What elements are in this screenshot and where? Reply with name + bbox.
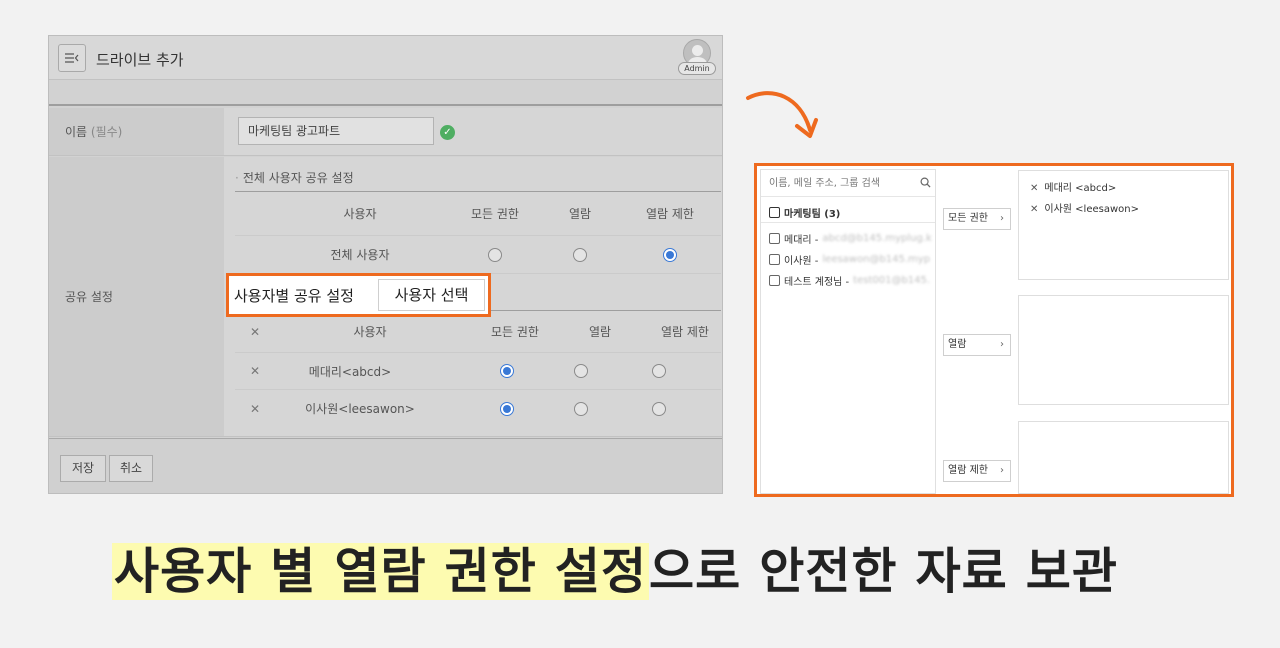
cancel-button[interactable]: 취소 [109, 455, 153, 482]
page-title: 드라이브 추가 [96, 51, 184, 69]
view-restricted-box [1018, 421, 1229, 494]
table-row: ✕ 메대리<abcd> [235, 353, 721, 390]
radio-view[interactable] [574, 364, 588, 378]
selected-user-label: 이사원 <leesawon> [1044, 204, 1139, 215]
search-icon[interactable] [920, 177, 931, 188]
remove-user-icon[interactable]: ✕ [250, 364, 260, 378]
all-share-table: 사용자 모든 권한 열람 열람 제한 전체 사용자 [235, 191, 721, 274]
caption-rest: 으로 안전한 자료 보관 [649, 543, 1118, 600]
user-share-title: 사용자별 공유 설정 [234, 287, 354, 305]
caption-highlight: 사용자 별 열람 권한 설정 [112, 543, 650, 600]
remove-all-icon[interactable]: ✕ [250, 325, 260, 339]
name-row: 마케팅팀 광고파트 ✓ [224, 108, 722, 156]
col-view-restricted: 열람 제한 [646, 207, 694, 221]
group-item[interactable]: 마케팅팀 (3) [769, 205, 840, 220]
member-email: test001@b145. [853, 275, 931, 286]
member-checkbox[interactable] [769, 275, 780, 286]
table-row: 전체 사용자 [235, 236, 721, 274]
radio-view-restricted[interactable] [663, 247, 677, 262]
selected-user-label: 메대리 <abcd> [1044, 183, 1117, 194]
menu-toggle-button[interactable] [58, 44, 86, 72]
row-user: 전체 사용자 [330, 248, 390, 262]
name-label: 이름 (필수) [49, 108, 224, 156]
name-label-text: 이름 [65, 125, 88, 139]
member-name: 메대리 - [784, 235, 819, 246]
select-user-button[interactable]: 사용자 선택 [378, 279, 485, 311]
drive-add-window: 드라이브 추가 Admin 이름 (필수) 마케팅팀 광고파트 ✓ 공유 설정 … [48, 35, 723, 494]
row-user: 이사원<leesawon> [305, 402, 415, 416]
table-header: ✕ 사용자 모든 권한 열람 열람 제한 [235, 311, 721, 353]
member-name: 테스트 계정님 - [784, 277, 850, 288]
app-header: 드라이브 추가 Admin [49, 36, 722, 80]
selected-user: ✕ 이사원 <leesawon> [1030, 200, 1139, 215]
col-view: 열람 [588, 325, 612, 339]
remove-icon[interactable]: ✕ [1030, 204, 1038, 215]
member-checkbox[interactable] [769, 233, 780, 244]
member-email: abcd@b145.myplug.k [822, 233, 932, 244]
chevron-right-icon: › [1000, 465, 1004, 476]
add-view-button[interactable]: 열람 › [943, 334, 1011, 356]
table-header: 사용자 모든 권한 열람 열람 제한 [235, 192, 721, 236]
add-all-permission-button[interactable]: 모든 권한 › [943, 208, 1011, 230]
all-share-title-text: 전체 사용자 공유 설정 [242, 171, 354, 185]
button-label: 모든 권한 [948, 213, 988, 224]
admin-badge: Admin [678, 62, 716, 75]
chevron-right-icon: › [1000, 339, 1004, 350]
user-select-panel: 이름, 메일 주소, 그룹 검색 마케팅팀 (3) 메대리 - abcd@b14… [754, 163, 1234, 497]
share-setting-label: 공유 설정 [49, 157, 224, 437]
caption: 사용자 별 열람 권한 설정으로 안전한 자료 보관 [112, 532, 1118, 603]
remove-icon[interactable]: ✕ [1030, 183, 1038, 194]
col-user: 사용자 [353, 325, 387, 339]
col-view-restricted: 열람 제한 [661, 325, 709, 339]
header-strip [49, 80, 722, 106]
all-share-title: · 전체 사용자 공유 설정 [235, 171, 354, 185]
row-user: 메대리<abcd> [308, 364, 392, 379]
table-row: ✕ 이사원<leesawon> [235, 390, 721, 427]
button-label: 열람 제한 [948, 465, 988, 476]
curved-arrow-icon [746, 91, 818, 138]
radio-all-permission[interactable] [500, 364, 514, 378]
view-box [1018, 295, 1229, 405]
all-permission-box: ✕ 메대리 <abcd> ✕ 이사원 <leesawon> [1018, 170, 1229, 280]
radio-view-restricted[interactable] [652, 401, 666, 416]
remove-user-icon[interactable]: ✕ [250, 402, 260, 416]
list-item[interactable]: 테스트 계정님 - test001@b145. [769, 273, 930, 288]
member-checkbox[interactable] [769, 254, 780, 265]
member-email: leesawon@b145.myp [822, 254, 931, 265]
col-all-permission: 모든 권한 [471, 207, 519, 221]
check-icon: ✓ [440, 125, 455, 140]
member-name: 이사원 - [784, 256, 819, 267]
col-view: 열람 [568, 207, 592, 221]
list-item[interactable]: 메대리 - abcd@b145.myplug.k [769, 231, 932, 246]
permission-buttons: 모든 권한 › 열람 › 열람 제한 › [937, 169, 1017, 494]
button-label: 열람 [948, 339, 967, 350]
group-checkbox[interactable] [769, 207, 780, 218]
footer-bar: 저장 취소 [49, 438, 722, 493]
search-input[interactable]: 이름, 메일 주소, 그룹 검색 [761, 170, 935, 197]
menu-collapse-icon [65, 53, 79, 63]
radio-view[interactable] [574, 401, 588, 416]
group-label: 마케팅팀 (3) [784, 209, 841, 220]
col-user: 사용자 [343, 207, 377, 221]
avatar[interactable]: Admin [678, 39, 716, 77]
user-share-highlight: 사용자별 공유 설정 사용자 선택 [226, 273, 491, 317]
radio-all-permission[interactable] [488, 247, 502, 262]
radio-all-permission[interactable] [500, 401, 514, 416]
col-all-permission: 모든 권한 [491, 325, 539, 339]
required-mark: (필수) [90, 125, 123, 139]
radio-view-restricted[interactable] [652, 364, 666, 378]
save-button[interactable]: 저장 [60, 455, 106, 482]
list-item[interactable]: 이사원 - leesawon@b145.myp [769, 252, 930, 267]
member-list: 이름, 메일 주소, 그룹 검색 마케팅팀 (3) 메대리 - abcd@b14… [760, 169, 936, 494]
chevron-right-icon: › [1000, 213, 1004, 224]
add-view-restricted-button[interactable]: 열람 제한 › [943, 460, 1011, 482]
selected-user: ✕ 메대리 <abcd> [1030, 179, 1116, 194]
radio-view[interactable] [573, 247, 587, 262]
drive-name-input[interactable]: 마케팅팀 광고파트 [238, 117, 434, 145]
